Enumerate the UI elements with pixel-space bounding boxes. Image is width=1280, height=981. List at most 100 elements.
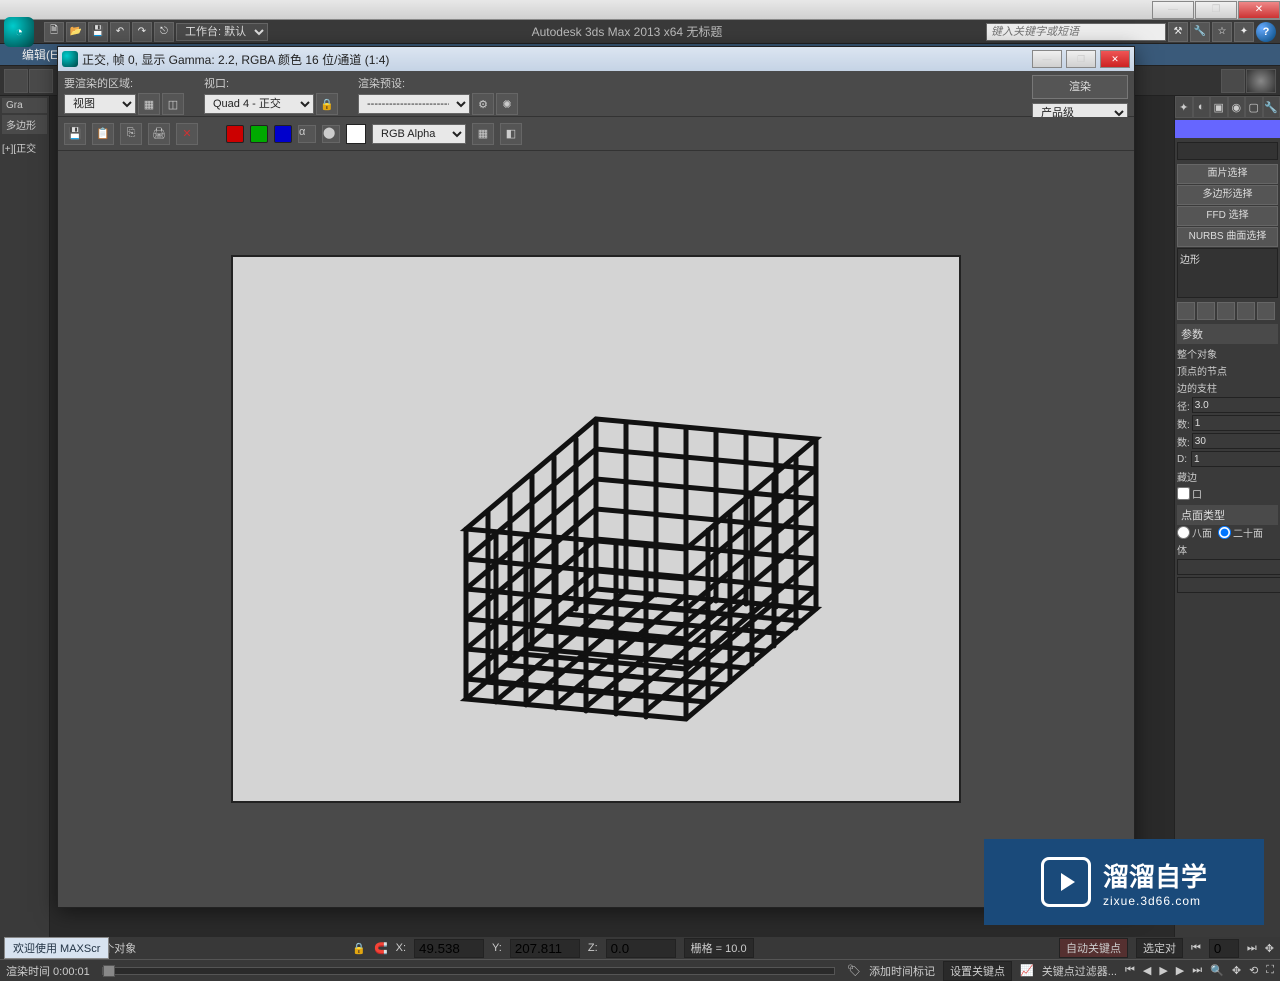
add-time-tag[interactable]: 添加时间标记 — [869, 963, 935, 979]
d-input[interactable] — [1191, 451, 1280, 467]
stack-btn4-icon[interactable] — [1237, 302, 1255, 320]
frame-input[interactable] — [1209, 939, 1239, 958]
left-tab-poly[interactable]: 多边形 — [2, 115, 47, 134]
params-header[interactable]: 参数 — [1177, 324, 1278, 344]
area-select[interactable]: 视图 — [64, 94, 136, 114]
render-setup-icon[interactable]: ⚙ — [472, 93, 494, 115]
snap-icon[interactable]: 🧲 — [374, 942, 388, 955]
workspace-select[interactable]: 工作台: 默认 — [176, 23, 268, 41]
tab-create-icon[interactable]: ✦ — [1175, 96, 1193, 118]
util3-icon[interactable]: ☆ — [1212, 22, 1232, 42]
lock-icon[interactable]: 🔒 — [352, 942, 366, 955]
sides-input[interactable] — [1192, 433, 1280, 449]
redo-icon[interactable]: ↷ — [132, 22, 152, 42]
keyframe-prev-icon[interactable]: ⏮ — [1191, 942, 1201, 955]
object-color-swatch[interactable] — [1175, 120, 1280, 138]
preset-select[interactable]: ----------------------- — [358, 94, 470, 114]
save-icon[interactable]: 💾 — [88, 22, 108, 42]
lock-viewport-icon[interactable]: 🔒 — [316, 93, 338, 115]
tool-select-icon[interactable] — [4, 69, 28, 93]
coord-x-input[interactable] — [414, 939, 484, 958]
extra-spinner1[interactable] — [1177, 559, 1280, 575]
radio-octa[interactable] — [1177, 526, 1190, 539]
key-graph-icon[interactable]: 📈 — [1020, 964, 1034, 977]
render-button[interactable]: 渲染 — [1032, 75, 1128, 99]
selected-kf[interactable]: 选定对 — [1136, 938, 1183, 958]
dialog-maximize-button[interactable]: ❐ — [1066, 50, 1096, 68]
mono-channel-icon[interactable]: ⬤ — [322, 125, 340, 143]
nav-icon[interactable]: ✥ — [1265, 942, 1274, 955]
clone-image-icon[interactable]: ⎘ — [120, 123, 142, 145]
tab-hierarchy-icon[interactable]: ▣ — [1210, 96, 1228, 118]
area-edit-icon[interactable]: ▦ — [138, 93, 160, 115]
env-icon[interactable]: ✺ — [496, 93, 518, 115]
segs-input[interactable] — [1192, 415, 1280, 431]
extra-spinner2[interactable] — [1177, 577, 1280, 593]
new-icon[interactable]: 🗎 — [44, 22, 64, 42]
autokey-button[interactable]: 自动关键点 — [1059, 938, 1128, 958]
help-icon[interactable]: ? — [1256, 22, 1276, 42]
green-channel-icon[interactable] — [250, 125, 268, 143]
tab-motion-icon[interactable]: ◉ — [1228, 96, 1246, 118]
tab-utilities-icon[interactable]: 🔧 — [1263, 96, 1280, 118]
play-end-icon[interactable]: ⏭ — [1192, 964, 1202, 977]
stack-btn1-icon[interactable] — [1177, 302, 1195, 320]
stack-btn5-icon[interactable] — [1257, 302, 1275, 320]
left-tab-graphite[interactable]: Gra — [2, 98, 47, 113]
dialog-minimize-button[interactable]: — — [1032, 50, 1062, 68]
nav-max-icon[interactable]: ⛶ — [1266, 964, 1274, 977]
maximize-button[interactable]: ❐ — [1195, 1, 1237, 19]
copy-image-icon[interactable]: 📋 — [92, 123, 114, 145]
dialog-titlebar[interactable]: 正交, 帧 0, 显示 Gamma: 2.2, RGBA 颜色 16 位/通道 … — [58, 47, 1134, 71]
time-slider-handle[interactable] — [103, 965, 115, 977]
close-button[interactable]: ✕ — [1238, 1, 1280, 19]
rendered-image[interactable] — [231, 255, 961, 803]
play-icon[interactable]: ▶ — [1159, 964, 1167, 977]
modifier-stack[interactable]: 边形 — [1177, 248, 1278, 298]
play-prev-icon[interactable]: ◀ — [1143, 964, 1151, 977]
btn-ffd-select[interactable]: FFD 选择 — [1177, 206, 1278, 226]
btn-face-select[interactable]: 面片选择 — [1177, 164, 1278, 184]
util2-icon[interactable]: 🔧 — [1190, 22, 1210, 42]
play-next-icon[interactable]: ▶ — [1176, 964, 1184, 977]
blank-checkbox[interactable] — [1177, 487, 1190, 500]
stack-btn2-icon[interactable] — [1197, 302, 1215, 320]
btn-poly-select[interactable]: 多边形选择 — [1177, 185, 1278, 205]
coord-z-input[interactable] — [606, 939, 676, 958]
keyframe-next-icon[interactable]: ⏭ — [1247, 942, 1257, 955]
nav-pan-icon[interactable]: ✥ — [1232, 964, 1241, 977]
stack-btn3-icon[interactable] — [1217, 302, 1235, 320]
red-channel-icon[interactable] — [226, 125, 244, 143]
time-slider[interactable] — [102, 967, 835, 975]
time-tag-icon[interactable]: 🏷 — [847, 964, 861, 977]
set-key-button[interactable]: 设置关键点 — [943, 961, 1012, 981]
alpha-channel-icon[interactable]: α — [298, 125, 316, 143]
link-icon[interactable]: ⎋ — [154, 22, 174, 42]
welcome-tab[interactable]: 欢迎使用 MAXScr — [4, 937, 109, 959]
save-image-icon[interactable]: 💾 — [64, 123, 86, 145]
util4-icon[interactable]: ✦ — [1234, 22, 1254, 42]
viewport-select[interactable]: Quad 4 - 正交 — [204, 94, 314, 114]
radio-icosa[interactable] — [1218, 526, 1231, 539]
search-input[interactable] — [986, 23, 1166, 41]
play-start-icon[interactable]: ⏮ — [1125, 964, 1135, 977]
util1-icon[interactable]: ⚒ — [1168, 22, 1188, 42]
tool-render-icon[interactable] — [1221, 69, 1245, 93]
btn-nurbs-select[interactable]: NURBS 曲面选择 — [1177, 227, 1278, 247]
overlay2-icon[interactable]: ◧ — [500, 123, 522, 145]
print-icon[interactable]: 🖨 — [148, 123, 170, 145]
blue-channel-icon[interactable] — [274, 125, 292, 143]
radius-input[interactable] — [1192, 397, 1280, 413]
tab-display-icon[interactable]: ▢ — [1245, 96, 1263, 118]
tab-modify-icon[interactable]: ◐ — [1193, 96, 1211, 118]
area-crop-icon[interactable]: ◫ — [162, 93, 184, 115]
channel-select[interactable]: RGB Alpha — [372, 124, 466, 144]
tool-move-icon[interactable] — [29, 69, 53, 93]
app-logo-icon[interactable]: ◔ — [4, 17, 34, 47]
key-filter-button[interactable]: 关键点过滤器... — [1042, 963, 1117, 979]
clear-icon[interactable]: ✕ — [176, 123, 198, 145]
tool-teapot-icon[interactable] — [1246, 69, 1276, 93]
coord-y-input[interactable] — [510, 939, 580, 958]
modifier-dropdown[interactable] — [1177, 142, 1278, 160]
nav-zoom-icon[interactable]: 🔍 — [1210, 964, 1224, 977]
